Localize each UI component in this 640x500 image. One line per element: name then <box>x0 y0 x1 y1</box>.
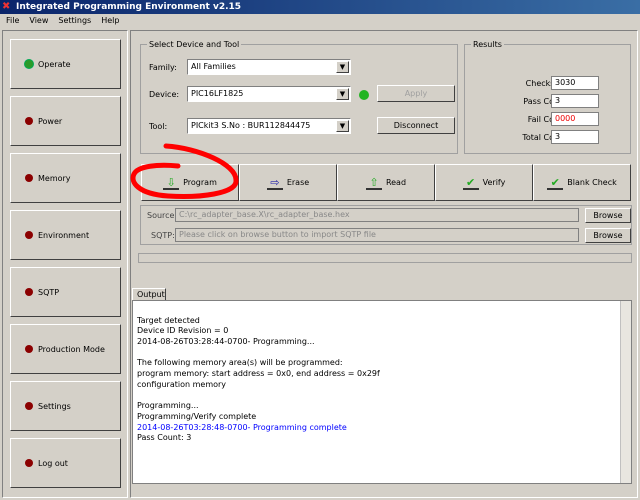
tool-select[interactable]: PICkit3 S.No : BUR112844475 ▼ <box>187 118 351 134</box>
apply-button[interactable]: Apply <box>377 85 455 102</box>
sqtp-browse-button[interactable]: Browse <box>585 228 631 243</box>
log-line: 2014-08-26T03:28:44-0700- Programming... <box>137 337 315 347</box>
sidebar-item-power[interactable]: Power <box>10 96 121 146</box>
log-line: The following memory area(s) will be pro… <box>137 358 343 368</box>
status-dot-icon <box>25 459 33 467</box>
tool-label: Tool: <box>149 122 168 131</box>
sidebar-label: SQTP <box>38 287 60 297</box>
blank-check-icon: ✔ <box>547 176 564 190</box>
sidebar-item-sqtp[interactable]: SQTP <box>10 267 121 317</box>
verify-button[interactable]: ✔ Verify <box>435 164 533 201</box>
status-dot-icon <box>25 231 33 239</box>
status-dot-icon <box>25 60 33 68</box>
chevron-down-icon: ▼ <box>336 120 349 132</box>
title-bar: ✖ Integrated Programming Environment v2.1… <box>0 0 640 14</box>
sidebar-label: Power <box>38 116 63 126</box>
family-value: All Families <box>191 62 236 71</box>
results-group: Results Checksum: 3030 Pass Count: 3 Fai… <box>464 40 631 154</box>
status-dot-icon <box>25 174 33 182</box>
app-logo-icon: ✖ <box>2 1 11 12</box>
menu-bar: File View Settings Help <box>0 14 640 28</box>
blank-check-button[interactable]: ✔ Blank Check <box>533 164 631 201</box>
source-label: Source: <box>147 211 178 220</box>
disconnect-button[interactable]: Disconnect <box>377 117 455 134</box>
log-line: program memory: start address = 0x0, end… <box>137 369 380 379</box>
button-label: Verify <box>482 178 506 187</box>
log-line: 2014-08-26T03:28:48-0700- Programming co… <box>137 422 347 432</box>
menu-view[interactable]: View <box>29 14 48 28</box>
pass-count-value: 3 <box>551 94 599 108</box>
progress-bar <box>138 253 632 263</box>
erase-icon: ⇨ <box>266 176 283 190</box>
connection-status-icon <box>359 90 369 100</box>
sidebar-item-operate[interactable]: Operate <box>10 39 121 89</box>
status-dot-icon <box>25 345 33 353</box>
sidebar-item-log-out[interactable]: Log out <box>10 438 121 488</box>
window-title: Integrated Programming Environment v2.15 <box>16 2 242 12</box>
menu-settings[interactable]: Settings <box>58 14 91 28</box>
menu-help[interactable]: Help <box>101 14 119 28</box>
file-group: Source: C:\rc_adapter_base.X\rc_adapter_… <box>140 205 632 245</box>
family-label: Family: <box>149 63 177 72</box>
read-button[interactable]: ⇧ Read <box>337 164 435 201</box>
device-value: PIC16LF1825 <box>191 89 244 98</box>
chevron-down-icon: ▼ <box>336 88 349 100</box>
menu-file[interactable]: File <box>6 14 19 28</box>
chevron-down-icon: ▼ <box>336 61 349 73</box>
group-title: Select Device and Tool <box>147 40 242 49</box>
total-count-value: 3 <box>551 130 599 144</box>
sidebar-label: Operate <box>38 59 71 69</box>
log-line: Programming/Verify complete <box>137 411 257 421</box>
device-select[interactable]: PIC16LF1825 ▼ <box>187 86 351 102</box>
status-dot-icon <box>25 117 33 125</box>
sidebar-item-memory[interactable]: Memory <box>10 153 121 203</box>
sidebar-label: Memory <box>38 173 71 183</box>
sidebar-label: Log out <box>38 458 68 468</box>
button-label: Read <box>385 178 407 187</box>
log-line: Programming... <box>137 401 199 411</box>
log-line: Pass Count: 3 <box>137 433 192 443</box>
device-label: Device: <box>149 90 180 99</box>
log-line: Device ID Revision = 0 <box>137 326 229 336</box>
button-label: Erase <box>286 178 310 187</box>
tool-value: PICkit3 S.No : BUR112844475 <box>191 121 311 130</box>
output-scrollbar[interactable] <box>620 301 631 483</box>
status-dot-icon <box>25 288 33 296</box>
sidebar-item-production-mode[interactable]: Production Mode <box>10 324 121 374</box>
verify-check-icon: ✔ <box>462 176 479 190</box>
erase-button[interactable]: ⇨ Erase <box>239 164 337 201</box>
group-title: Results <box>471 40 504 49</box>
sidebar-item-environment[interactable]: Environment <box>10 210 121 260</box>
sidebar-label: Settings <box>38 401 71 411</box>
sidebar-label: Production Mode <box>38 344 105 354</box>
sidebar-item-settings[interactable]: Settings <box>10 381 121 431</box>
sidebar: Operate Power Memory Environment SQTP Pr… <box>2 30 128 498</box>
sqtp-input[interactable]: Please click on browse button to import … <box>175 228 579 242</box>
button-label: Blank Check <box>567 178 617 187</box>
log-line: Target detected <box>137 315 200 325</box>
family-select[interactable]: All Families ▼ <box>187 59 351 75</box>
output-log: Target detected Device ID Revision = 0 201… <box>132 300 632 484</box>
log-line: configuration memory <box>137 379 227 389</box>
read-icon: ⇧ <box>365 176 382 190</box>
red-circle-annotation <box>130 143 239 199</box>
source-browse-button[interactable]: Browse <box>585 208 631 223</box>
status-dot-icon <box>25 402 33 410</box>
sidebar-label: Environment <box>38 230 90 240</box>
device-tool-group: Select Device and Tool Family: All Famil… <box>140 40 458 154</box>
checksum-value: 3030 <box>551 76 599 90</box>
source-input[interactable]: C:\rc_adapter_base.X\rc_adapter_base.hex <box>175 208 579 222</box>
sqtp-label: SQTP: <box>151 231 175 240</box>
fail-count-value: 0000 <box>551 112 599 126</box>
